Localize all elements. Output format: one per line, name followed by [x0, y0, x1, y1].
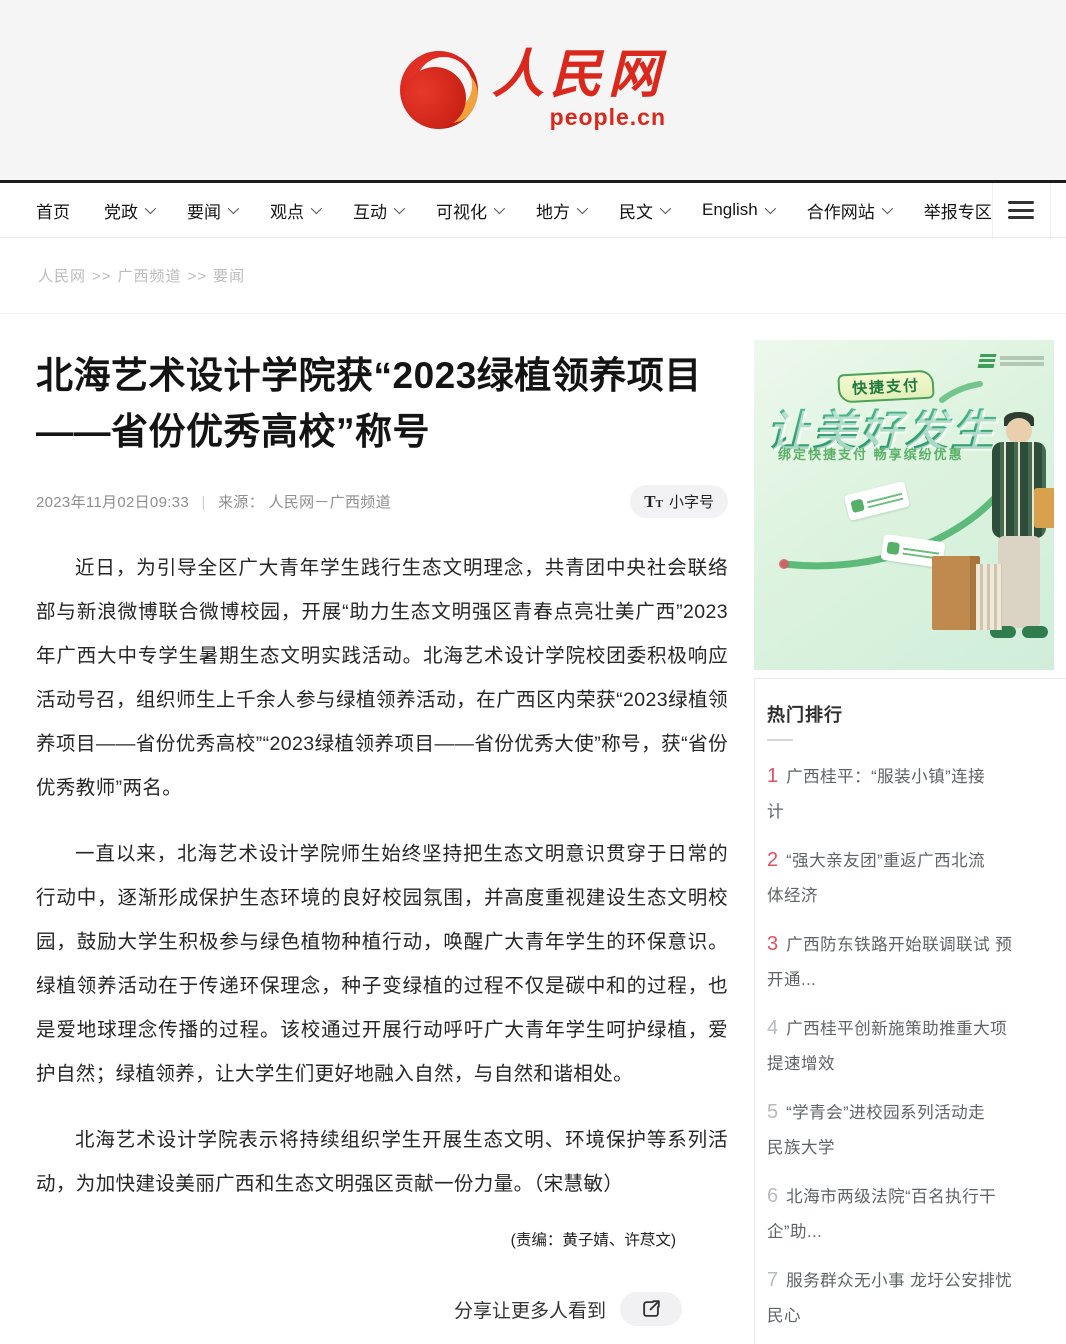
nav-item-label: 党政 [104, 198, 138, 223]
nav-item-label: 要闻 [187, 198, 221, 223]
rank-number: 6 [767, 1179, 778, 1214]
nav-item-2[interactable]: 党政 [104, 198, 153, 223]
breadcrumb-bar: 人民网 >> 广西频道 >> 要闻 [0, 238, 1066, 314]
nav-item-label: English [702, 200, 758, 220]
site-name: 人民网 [492, 49, 666, 104]
article-meta: 2023年11月02日09:33 | 来源： 人民网－广西频道 [36, 491, 391, 512]
nav-item-label: 观点 [270, 198, 304, 223]
breadcrumb-part[interactable]: 要闻 [213, 268, 245, 285]
article-paragraph-2: 一直以来，北海艺术设计学院师生始终坚持把生态文明意识贯穿于日常的行动中，逐渐形成… [36, 832, 728, 1096]
hot-item-text-line2: 民族大学 [767, 1131, 1066, 1166]
nav-item-label: 互动 [353, 198, 387, 223]
chevron-down-icon [145, 203, 156, 214]
share-button[interactable] [620, 1292, 682, 1326]
hot-item-text: “学青会”进校园系列活动走 [786, 1096, 985, 1131]
chevron-down-icon [660, 203, 671, 214]
hot-ranking-item-6[interactable]: 6北海市两级法院“百名执行干企”助... [767, 1179, 1066, 1250]
nav-item-4[interactable]: 观点 [270, 198, 319, 223]
nav-item-label: 举报专区 [924, 198, 992, 223]
main-nav: 首页 党政 要闻 观点 互动 可视化 地方 民文 English 合作网站 举报专区 [0, 183, 1066, 238]
chevron-down-icon [882, 203, 893, 214]
rank-number: 1 [767, 759, 778, 794]
hot-ranking-item-2[interactable]: 2“强大亲友团”重返广西北流体经济 [767, 843, 1066, 914]
hot-item-text: 广西防东铁路开始联调联试 预 [786, 928, 1012, 963]
nav-item-9[interactable]: English [702, 200, 773, 220]
hamburger-icon [1008, 197, 1034, 224]
nav-item-6[interactable]: 可视化 [436, 198, 502, 223]
article: 北海艺术设计学院获“2023绿植领养项目——省份优秀高校”称号 2023年11月… [36, 314, 728, 1344]
share-external-icon [640, 1298, 662, 1320]
hot-item-text: 广西桂平创新施策助推重大项 [786, 1012, 1007, 1047]
article-body: 近日，为引导全区广大青年学生践行生态文明理念，共青团中央社会联络部与新浪微博联合… [36, 546, 728, 1206]
article-date: 2023年11月02日09:33 [36, 494, 189, 511]
site-logo[interactable]: 人民网 people.cn [400, 49, 666, 131]
site-domain: people.cn [550, 104, 666, 131]
ad-banner[interactable]: 快捷支付 让美好发生 绑定快捷支付 畅享缤纷优惠 [754, 340, 1054, 670]
chevron-down-icon [228, 203, 239, 214]
article-paragraph-3: 北海艺术设计学院表示将持续组织学生开展生态文明、环境保护等系列活动，为加快建设美… [36, 1118, 728, 1206]
rank-number: 7 [767, 1263, 778, 1298]
nav-item-label: 民文 [619, 198, 653, 223]
rank-number: 3 [767, 927, 778, 962]
sidebar: 快捷支付 让美好发生 绑定快捷支付 畅享缤纷优惠 热门排行 1广西桂平：“服装小… [754, 314, 1066, 1344]
menu-button[interactable] [992, 183, 1050, 237]
chevron-down-icon [394, 203, 405, 214]
breadcrumb-part[interactable]: 广西频道 [118, 268, 182, 285]
hot-item-text: “强大亲友团”重返广西北流 [786, 844, 985, 879]
nav-item-5[interactable]: 互动 [353, 198, 402, 223]
hot-item-text: 广西桂平：“服装小镇”连接 [786, 760, 985, 795]
nav-item-7[interactable]: 地方 [536, 198, 585, 223]
people-globe-icon [400, 51, 478, 129]
hot-ranking-item-3[interactable]: 3广西防东铁路开始联调联试 预开通... [767, 927, 1066, 998]
ad-person-illustration [960, 418, 1054, 668]
share-label: 分享让更多人看到 [454, 1296, 606, 1323]
chevron-down-icon [577, 203, 588, 214]
hot-item-text-line2: 提速增效 [767, 1047, 1066, 1082]
breadcrumb-part[interactable]: 人民网 [38, 268, 86, 285]
chevron-down-icon [765, 203, 776, 214]
nav-item-10[interactable]: 合作网站 [807, 198, 890, 223]
hot-item-text: 服务群众无小事 龙圩公安排忧 [786, 1264, 1012, 1299]
title-underline [767, 739, 793, 741]
article-title: 北海艺术设计学院获“2023绿植领养项目——省份优秀高校”称号 [36, 348, 728, 459]
breadcrumb-separator: >> [188, 268, 208, 285]
nav-item-1[interactable]: 首页 [36, 198, 70, 223]
breadcrumb-separator: >> [92, 268, 112, 285]
hot-ranking-title: 热门排行 [767, 701, 1066, 727]
nav-item-11[interactable]: 举报专区 [924, 198, 992, 223]
hot-item-text-line2: 企”助... [767, 1215, 1066, 1250]
share-row: 分享让更多人看到 [36, 1292, 728, 1326]
hot-ranking-item-1[interactable]: 1广西桂平：“服装小镇”连接计 [767, 759, 1066, 830]
article-source[interactable]: 人民网－广西频道 [268, 494, 390, 511]
nav-item-label: 地方 [536, 198, 570, 223]
hot-ranking-item-7[interactable]: 7服务群众无小事 龙圩公安排忧民心 [767, 1263, 1066, 1334]
font-size-icon: TT [644, 492, 663, 512]
breadcrumb[interactable]: 人民网 >> 广西频道 >> 要闻 [38, 265, 245, 286]
nav-item-label: 首页 [36, 198, 70, 223]
nav-item-label: 可视化 [436, 198, 487, 223]
nav-item-label: 合作网站 [807, 198, 875, 223]
article-paragraph-1: 近日，为引导全区广大青年学生践行生态文明理念，共青团中央社会联络部与新浪微博联合… [36, 546, 728, 810]
nav-item-3[interactable]: 要闻 [187, 198, 236, 223]
hot-item-text-line2: 计 [767, 795, 1066, 830]
search-button[interactable] [1050, 183, 1066, 237]
font-size-label: 小字号 [669, 491, 714, 512]
hot-ranking-panel: 热门排行 1广西桂平：“服装小镇”连接计2“强大亲友团”重返广西北流体经济3广西… [754, 678, 1066, 1344]
font-size-button[interactable]: TT 小字号 [630, 485, 728, 518]
source-label: 来源： [218, 494, 264, 511]
rank-number: 2 [767, 843, 778, 878]
chevron-down-icon [311, 203, 322, 214]
hot-item-text-line2: 体经济 [767, 879, 1066, 914]
hot-ranking-item-5[interactable]: 5“学青会”进校园系列活动走民族大学 [767, 1095, 1066, 1166]
rank-number: 4 [767, 1011, 778, 1046]
editor-note: (责编：黄子婧、许荩文) [36, 1228, 728, 1250]
hot-item-text: 北海市两级法院“百名执行干 [786, 1180, 996, 1215]
rank-number: 5 [767, 1095, 778, 1130]
nav-item-8[interactable]: 民文 [619, 198, 668, 223]
hot-item-text-line2: 开通... [767, 963, 1066, 998]
site-header: 人民网 people.cn [0, 0, 1066, 183]
hot-item-text-line2: 民心 [767, 1299, 1066, 1334]
chevron-down-icon [494, 203, 505, 214]
hot-ranking-item-4[interactable]: 4广西桂平创新施策助推重大项提速增效 [767, 1011, 1066, 1082]
